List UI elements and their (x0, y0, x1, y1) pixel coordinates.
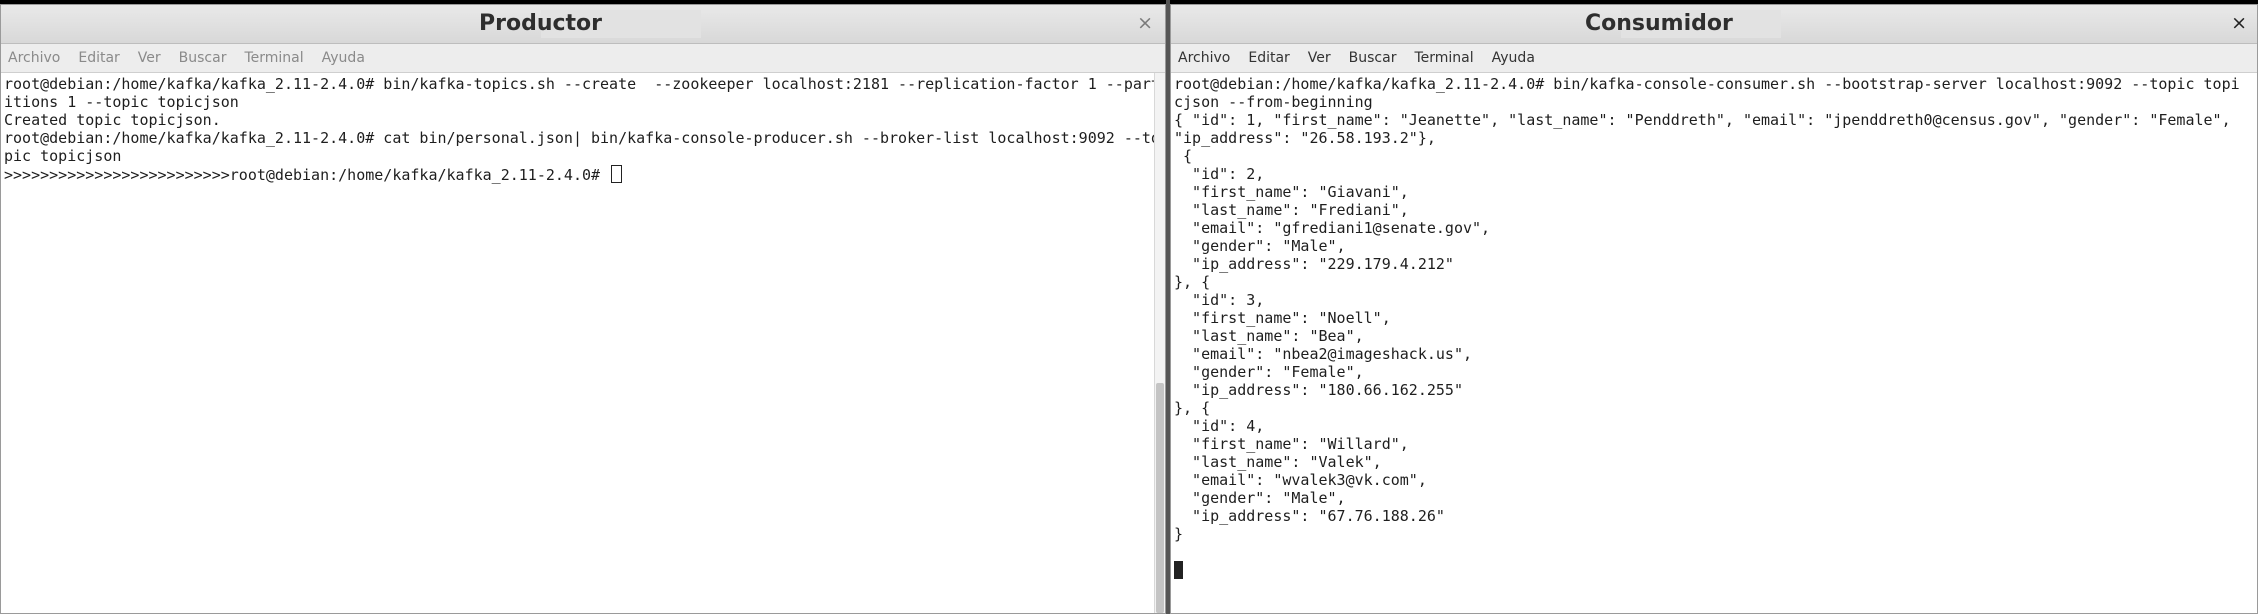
close-icon[interactable]: × (1137, 12, 1153, 34)
terminal-line: "ip_address": "229.179.4.212" (1174, 255, 1454, 273)
terminal-line: "last_name": "Valek", (1174, 453, 1382, 471)
menu-terminal[interactable]: Terminal (244, 50, 303, 66)
terminal-line: pic topicjson (4, 147, 122, 165)
menu-archivo[interactable]: Archivo (8, 50, 60, 66)
terminal-prompt-line: >>>>>>>>>>>>>>>>>>>>>>>>>root@debian:/ho… (4, 165, 1162, 184)
terminal-line: } (1174, 525, 1184, 543)
terminal-line: root@debian:/home/kafka/kafka_2.11-2.4.0… (4, 129, 1160, 147)
terminal-line: "first_name": "Noell", (1174, 309, 1391, 327)
menu-ver[interactable]: Ver (138, 50, 161, 66)
terminal-line: "ip_address": "180.66.162.255" (1174, 381, 1463, 399)
producer-terminal-window[interactable]: Productor × Archivo Editar Ver Buscar Te… (0, 4, 1166, 614)
terminal-cursor (1174, 561, 1183, 579)
terminal-line: "ip_address": "26.58.193.2"}, (1174, 129, 1436, 147)
terminal-line: "first_name": "Willard", (1174, 435, 1409, 453)
producer-menubar: Archivo Editar Ver Buscar Terminal Ayuda (1, 44, 1165, 73)
terminal-line: { (1174, 147, 1193, 165)
terminal-line: root@debian:/home/kafka/kafka_2.11-2.4.0… (1174, 75, 2240, 93)
menu-ayuda[interactable]: Ayuda (1492, 50, 1535, 66)
producer-titlebar[interactable]: Productor × (1, 5, 1165, 44)
close-icon[interactable]: × (2231, 12, 2247, 34)
terminal-line: { "id": 1, "first_name": "Jeanette", "la… (1174, 111, 2231, 129)
scrollbar-thumb[interactable] (1156, 383, 1164, 613)
consumer-terminal-output[interactable]: root@debian:/home/kafka/kafka_2.11-2.4.0… (1171, 73, 2257, 613)
consumer-window-title: Consumidor (1585, 11, 1733, 36)
consumer-titlebar[interactable]: Consumidor × (1171, 5, 2257, 44)
menu-editar[interactable]: Editar (78, 50, 119, 66)
menu-buscar[interactable]: Buscar (1349, 50, 1397, 66)
producer-terminal-output[interactable]: root@debian:/home/kafka/kafka_2.11-2.4.0… (1, 73, 1165, 613)
menu-editar[interactable]: Editar (1248, 50, 1289, 66)
terminal-line: "email": "gfrediani1@senate.gov", (1174, 219, 1491, 237)
menu-ayuda[interactable]: Ayuda (322, 50, 365, 66)
terminal-cursor (611, 165, 623, 183)
terminal-line: Created topic topicjson. (4, 111, 221, 129)
producer-scrollbar[interactable] (1154, 73, 1165, 613)
consumer-terminal-window[interactable]: Consumidor × Archivo Editar Ver Buscar T… (1170, 4, 2258, 614)
terminal-line: "gender": "Male", (1174, 489, 1346, 507)
terminal-line: "id": 2, (1174, 165, 1265, 183)
terminal-line: "email": "nbea2@imageshack.us", (1174, 345, 1473, 363)
menu-buscar[interactable]: Buscar (179, 50, 227, 66)
terminal-line: "last_name": "Bea", (1174, 327, 1364, 345)
terminal-line: "gender": "Female", (1174, 363, 1364, 381)
terminal-line: "last_name": "Frediani", (1174, 201, 1409, 219)
terminal-line: "email": "wvalek3@vk.com", (1174, 471, 1427, 489)
terminal-line: "gender": "Male", (1174, 237, 1346, 255)
terminal-cursor-line (1174, 561, 2254, 579)
menu-ver[interactable]: Ver (1308, 50, 1331, 66)
terminal-line: itions 1 --topic topicjson (4, 93, 239, 111)
terminal-line: root@debian:/home/kafka/kafka_2.11-2.4.0… (4, 75, 1160, 93)
terminal-line: cjson --from-beginning (1174, 93, 1373, 111)
terminal-line: "id": 3, (1174, 291, 1265, 309)
terminal-line: "id": 4, (1174, 417, 1265, 435)
producer-window-title: Productor (479, 11, 603, 36)
terminal-line: }, { (1174, 273, 1211, 291)
consumer-menubar: Archivo Editar Ver Buscar Terminal Ayuda (1171, 44, 2257, 73)
terminal-line-text: >>>>>>>>>>>>>>>>>>>>>>>>>root@debian:/ho… (4, 166, 610, 184)
menu-terminal[interactable]: Terminal (1414, 50, 1473, 66)
terminal-line: "ip_address": "67.76.188.26" (1174, 507, 1445, 525)
menu-archivo[interactable]: Archivo (1178, 50, 1230, 66)
terminal-line: "first_name": "Giavani", (1174, 183, 1409, 201)
terminal-line: }, { (1174, 399, 1211, 417)
desktop: Productor × Archivo Editar Ver Buscar Te… (0, 0, 2258, 614)
